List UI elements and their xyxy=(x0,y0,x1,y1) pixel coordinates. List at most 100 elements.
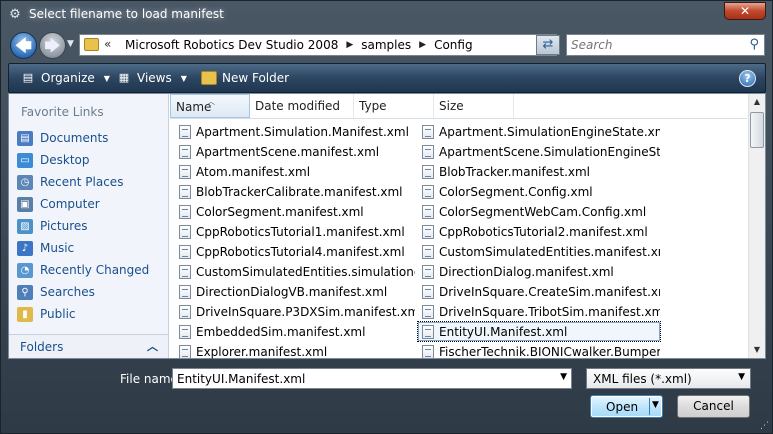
column-header: ︿ Name Date modified Type Size xyxy=(170,94,747,119)
organize-label: Organize xyxy=(41,71,95,85)
sidebar-item-music[interactable]: ♪ Music xyxy=(15,237,165,259)
sidebar-item-public[interactable]: ▮ Public xyxy=(15,303,165,325)
open-options-dropdown-icon[interactable]: ▼ xyxy=(652,400,659,410)
sidebar-item-documents[interactable]: ▤ Documents xyxy=(15,127,165,149)
file-item[interactable]: CustomSimulatedEntities.simulationen... xyxy=(175,262,415,281)
resize-grip-icon[interactable]: ⋰ xyxy=(760,421,769,431)
recent-pages-dropdown[interactable]: ▼ xyxy=(67,39,74,49)
file-item[interactable]: ColorSegment.manifest.xml xyxy=(175,202,415,221)
cancel-button[interactable]: Cancel xyxy=(677,395,750,418)
address-overflow-chevron[interactable]: « xyxy=(104,37,111,51)
address-bar[interactable]: « Microsoft Robotics Dev Studio 2008 ▶ s… xyxy=(79,34,557,56)
dialog-footer: File name: EntityUI.Manifest.xml ▼ XML f… xyxy=(1,360,772,434)
file-item[interactable]: Atom.manifest.xml xyxy=(175,162,415,181)
views-icon: ▦ xyxy=(118,71,130,84)
xml-file-icon xyxy=(422,244,434,259)
file-type-select[interactable]: XML files (*.xml) ▼ xyxy=(586,368,751,389)
sidebar-item-recent-places[interactable]: ◷ Recent Places xyxy=(15,171,165,193)
xml-file-icon xyxy=(179,144,191,159)
file-item[interactable]: DirectionDialog.manifest.xml xyxy=(418,262,660,281)
file-item[interactable]: EmbeddedSim.manifest.xml xyxy=(175,322,415,341)
xml-file-icon xyxy=(422,284,434,299)
scroll-down-icon[interactable]: ▼ xyxy=(749,342,765,358)
sidebar-item-recently-changed[interactable]: ◔ Recently Changed xyxy=(15,259,165,281)
file-name-field[interactable]: EntityUI.Manifest.xml ▼ xyxy=(172,368,572,389)
column-size[interactable]: Size xyxy=(434,94,514,118)
vertical-scrollbar[interactable]: ▲ ▼ xyxy=(748,94,765,358)
sidebar-item-computer[interactable]: ▣ Computer xyxy=(15,193,165,215)
search-input[interactable] xyxy=(567,35,742,55)
xml-file-icon xyxy=(179,184,191,199)
breadcrumb-item[interactable]: Config xyxy=(429,38,478,53)
chevron-up-icon: ︿ xyxy=(147,340,158,353)
file-item[interactable]: CppRoboticsTutorial2.manifest.xml xyxy=(418,222,660,241)
sidebar-item-label: Searches xyxy=(40,285,95,299)
sidebar-item-desktop[interactable]: ▭ Desktop xyxy=(15,149,165,171)
open-button[interactable]: Open ▼ xyxy=(590,395,663,418)
file-item[interactable]: DriveInSquare.CreateSim.manifest.xml xyxy=(418,282,660,301)
column-date-modified[interactable]: Date modified xyxy=(250,94,354,118)
chevron-down-icon: ▼ xyxy=(180,73,187,83)
file-item[interactable]: ApartmentScene.SimulationEngineState... xyxy=(418,142,660,161)
column-name[interactable]: ︿ Name xyxy=(170,94,250,118)
file-item[interactable]: CppRoboticsTutorial1.manifest.xml xyxy=(175,222,415,241)
organize-button[interactable]: ▤ Organize ▼ xyxy=(20,71,110,85)
file-item[interactable]: Explorer.manifest.xml xyxy=(175,342,415,361)
xml-file-icon xyxy=(179,344,191,359)
documents-icon: ▤ xyxy=(17,130,33,146)
file-list-pane: ︿ Name Date modified Type Size Apartment… xyxy=(170,94,765,361)
computer-icon: ▣ xyxy=(17,196,33,212)
file-item[interactable]: BlobTrackerCalibrate.manifest.xml xyxy=(175,182,415,201)
file-name: DriveInSquare.TribotSim.manifest.xml xyxy=(439,304,660,319)
breadcrumb-item[interactable]: Microsoft Robotics Dev Studio 2008 xyxy=(120,38,343,53)
file-item[interactable]: Apartment.Simulation.Manifest.xml xyxy=(175,122,415,141)
chevron-down-icon[interactable]: ▼ xyxy=(560,372,567,382)
file-item[interactable]: ColorSegment.Config.xml xyxy=(418,182,660,201)
sort-ascending-icon: ︿ xyxy=(207,97,215,106)
file-item[interactable]: CppRoboticsTutorial4.manifest.xml xyxy=(175,242,415,261)
search-icon[interactable]: ⚲ xyxy=(749,37,759,52)
search-box[interactable]: ⚲ xyxy=(566,34,765,56)
file-item[interactable]: Apartment.SimulationEngineState.xml xyxy=(418,122,660,141)
folders-toggle[interactable]: Folders ︿ xyxy=(9,334,168,358)
chevron-right-icon[interactable]: ▶ xyxy=(343,38,356,53)
sidebar-item-label: Public xyxy=(40,307,76,321)
open-label: Open xyxy=(606,400,639,414)
file-item[interactable]: ApartmentScene.manifest.xml xyxy=(175,142,415,161)
breadcrumb-item[interactable]: samples xyxy=(356,38,416,53)
sidebar-item-label: Recently Changed xyxy=(40,263,150,277)
refresh-button[interactable]: ⇄ xyxy=(536,35,560,55)
refresh-icon: ⇄ xyxy=(542,37,554,52)
chevron-down-icon: ▼ xyxy=(103,73,110,83)
close-button[interactable]: ✕ xyxy=(724,2,766,20)
xml-file-icon xyxy=(179,124,191,139)
scroll-thumb[interactable] xyxy=(750,112,764,148)
file-item[interactable]: CustomSimulatedEntities.manifest.xml xyxy=(418,242,660,261)
sidebar-item-pictures[interactable]: ▨ Pictures xyxy=(15,215,165,237)
sidebar-item-searches[interactable]: ⚲ Searches xyxy=(15,281,165,303)
file-item[interactable]: ColorSegmentWebCam.Config.xml xyxy=(418,202,660,221)
file-name-value[interactable]: EntityUI.Manifest.xml xyxy=(177,372,305,386)
favorite-links-list: ▤ Documents ▭ Desktop ◷ Recent Places ▣ Compute… xyxy=(15,127,165,325)
forward-button[interactable]: 🡆 xyxy=(39,32,66,59)
xml-file-icon xyxy=(422,304,434,319)
help-icon[interactable]: ? xyxy=(739,70,756,87)
back-button[interactable]: 🡄 xyxy=(10,32,37,59)
file-item[interactable]: DriveInSquare.TribotSim.manifest.xml xyxy=(418,302,660,321)
file-name: EntityUI.Manifest.xml xyxy=(439,324,568,339)
organize-icon: ▤ xyxy=(22,71,34,84)
file-item[interactable]: EntityUI.Manifest.xml xyxy=(417,321,661,342)
file-name: CppRoboticsTutorial2.manifest.xml xyxy=(439,224,648,239)
file-item[interactable]: BlobTracker.manifest.xml xyxy=(418,162,660,181)
views-button[interactable]: ▦ Views ▼ xyxy=(116,71,187,85)
folder-icon xyxy=(84,38,99,51)
chevron-right-icon[interactable]: ▶ xyxy=(416,38,429,53)
file-name: Explorer.manifest.xml xyxy=(196,344,328,359)
column-type[interactable]: Type xyxy=(354,94,434,118)
file-item[interactable]: DirectionDialogVB.manifest.xml xyxy=(175,282,415,301)
new-folder-button[interactable]: New Folder xyxy=(201,71,289,85)
file-item[interactable]: DriveInSquare.P3DXSim.manifest.xml xyxy=(175,302,415,321)
recent-places-icon: ◷ xyxy=(17,174,33,190)
scroll-up-icon[interactable]: ▲ xyxy=(749,94,765,110)
file-item[interactable]: FischerTechnik.BIONICwalker.Bumper.... xyxy=(418,342,660,361)
